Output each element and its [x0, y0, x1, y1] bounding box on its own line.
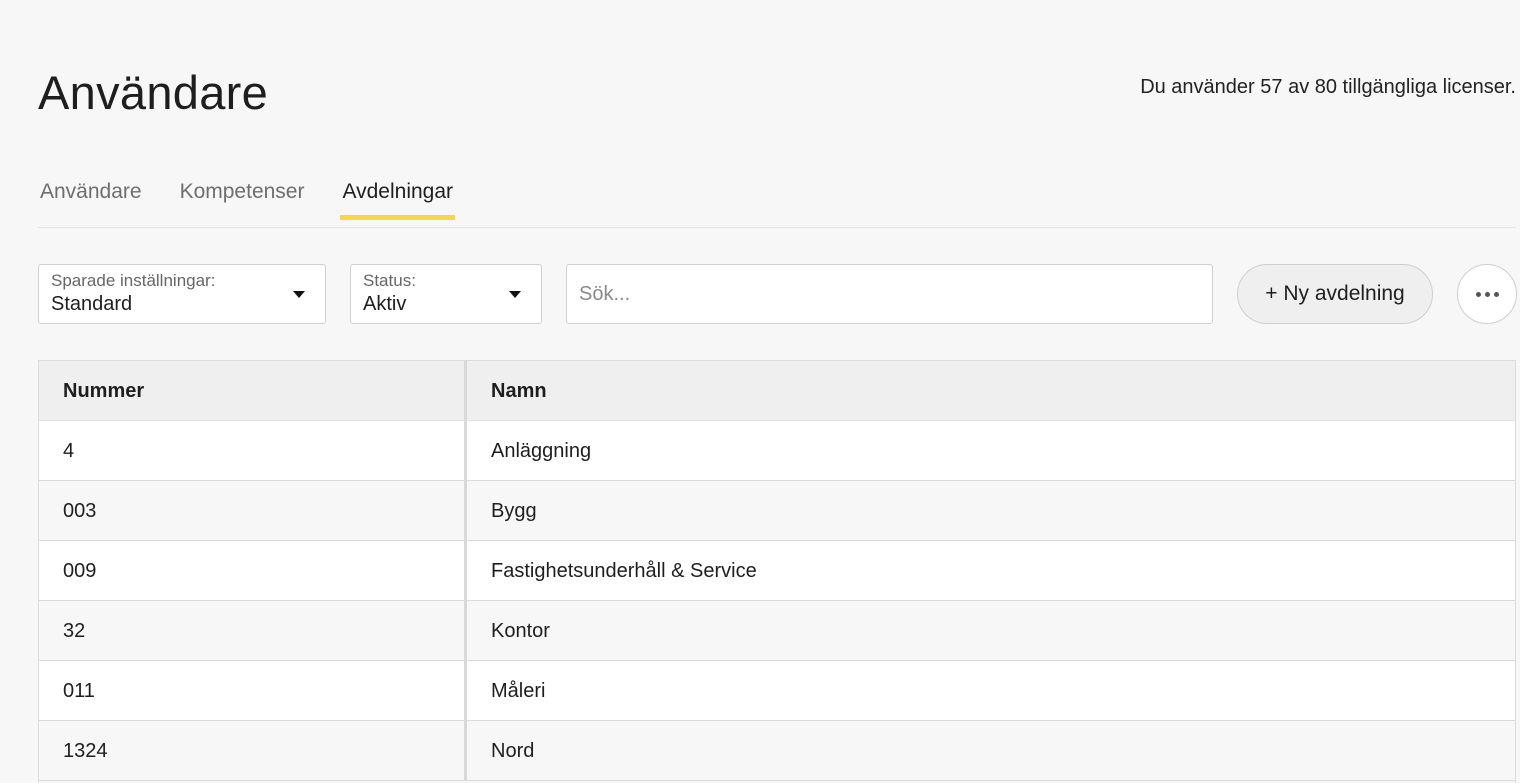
table-row[interactable]: 011 Måleri [39, 661, 1515, 721]
table-row[interactable]: 009 Fastighetsunderhåll & Service [39, 541, 1515, 601]
table-header: Nummer Namn [39, 361, 1515, 421]
cell-number: 1324 [39, 721, 467, 780]
more-dots-icon [1484, 291, 1490, 297]
table-row[interactable]: 003 Bygg [39, 481, 1515, 541]
table-row[interactable]: 32 Kontor [39, 601, 1515, 661]
page: Användare Du använder 57 av 80 tillgängl… [0, 0, 1520, 783]
table-row[interactable]: 4 Anläggning [39, 421, 1515, 481]
cell-number: 003 [39, 481, 467, 540]
cell-name: Måleri [491, 680, 546, 702]
tab-departments[interactable]: Avdelningar [340, 172, 455, 220]
column-header-number[interactable]: Nummer [39, 361, 467, 420]
table-body: 4 Anläggning 003 Bygg 009 Fastighetsunde… [39, 421, 1515, 781]
caret-down-icon [293, 291, 305, 298]
table-row[interactable]: 1324 Nord [39, 721, 1515, 781]
cell-name: Fastighetsunderhåll & Service [491, 560, 757, 582]
cell-name: Bygg [491, 500, 537, 522]
column-header-name[interactable]: Namn [467, 361, 1515, 420]
toolbar: Sparade inställningar: Standard Status: … [38, 264, 1518, 324]
page-title: Användare [38, 66, 269, 119]
departments-table: Nummer Namn 4 Anläggning 003 Bygg 009 Fa… [38, 360, 1516, 783]
status-value: Aktiv [363, 293, 407, 315]
cell-number: 32 [39, 601, 467, 660]
license-info: Du använder 57 av 80 tillgängliga licens… [1140, 76, 1516, 98]
new-department-button[interactable]: + Ny avdelning [1237, 264, 1433, 324]
more-dots-icon [1475, 291, 1481, 297]
status-label: Status: [363, 271, 416, 290]
caret-down-icon [509, 291, 521, 298]
tab-competences[interactable]: Kompetenser [178, 172, 307, 219]
cell-name: Kontor [491, 620, 550, 642]
cell-number: 011 [39, 661, 467, 720]
more-dots-icon [1493, 291, 1499, 297]
cell-number: 009 [39, 541, 467, 600]
saved-settings-value: Standard [51, 293, 133, 315]
saved-settings-label: Sparade inställningar: [51, 271, 216, 290]
cell-number: 4 [39, 421, 467, 480]
more-options-button[interactable] [1457, 264, 1517, 324]
saved-settings-select[interactable]: Sparade inställningar: Standard [38, 264, 326, 324]
status-select[interactable]: Status: Aktiv [350, 264, 542, 324]
search-input[interactable] [566, 264, 1213, 324]
cell-name: Nord [491, 740, 535, 762]
tab-users[interactable]: Användare [38, 172, 144, 219]
tab-bar: Användare Kompetenser Avdelningar [38, 172, 1516, 228]
cell-name: Anläggning [491, 440, 592, 462]
